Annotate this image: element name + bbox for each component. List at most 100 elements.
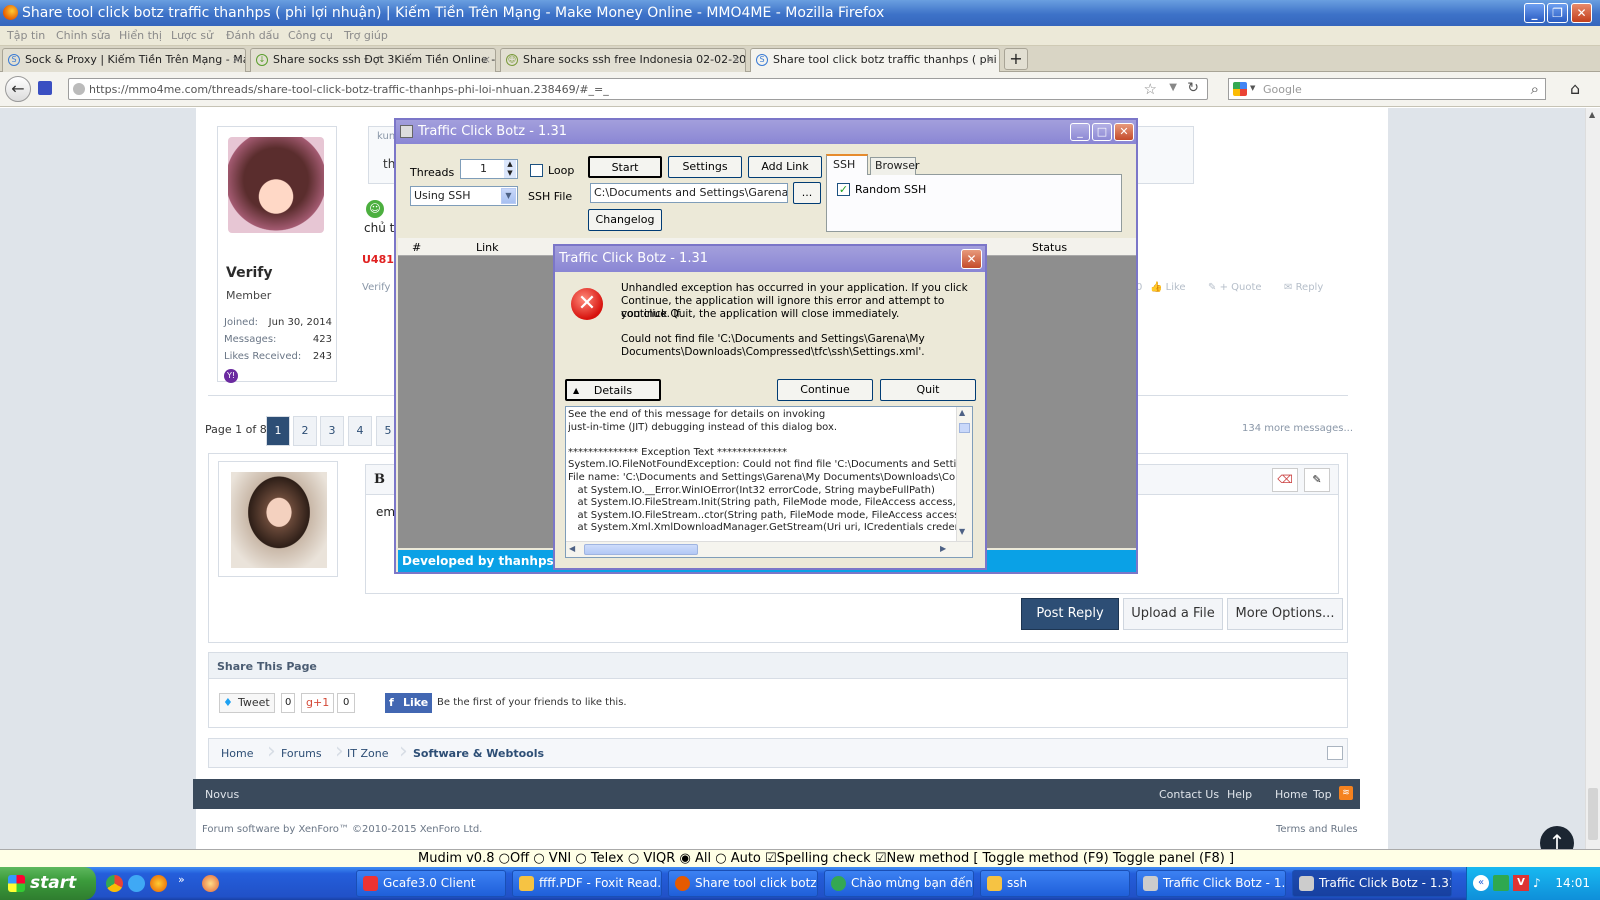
changelog-button[interactable]: Changelog bbox=[588, 209, 662, 231]
minimize-button[interactable]: _ bbox=[1524, 3, 1545, 23]
ssh-file-input[interactable]: C:\Documents and Settings\Garena\My D bbox=[590, 183, 788, 203]
search-icon[interactable]: ⌕ bbox=[1531, 80, 1539, 98]
menu-bookmarks[interactable]: Đánh dấu bbox=[226, 29, 279, 42]
like-button[interactable]: 👍 Like bbox=[1150, 282, 1186, 293]
url-dropdown-icon[interactable]: ▼ bbox=[1169, 82, 1177, 93]
col-status[interactable]: Status bbox=[1032, 241, 1067, 254]
my-avatar[interactable] bbox=[231, 472, 327, 568]
taskbar-item-tcb-2[interactable]: Traffic Click Botz - 1.31 bbox=[1292, 870, 1452, 897]
breadcrumb-forums[interactable]: Forums bbox=[281, 747, 322, 760]
scroll-up-icon[interactable]: ▲ bbox=[959, 408, 965, 417]
tweet-button[interactable]: ♦ Tweet bbox=[219, 693, 275, 713]
col-link[interactable]: Link bbox=[476, 241, 499, 254]
continue-button[interactable]: Continue bbox=[777, 379, 873, 401]
facebook-like-button[interactable]: f Like bbox=[385, 693, 433, 713]
error-close-button[interactable]: ✕ bbox=[961, 249, 982, 269]
restore-button[interactable]: ❐ bbox=[1547, 3, 1568, 23]
scroll-up-icon[interactable]: ▲ bbox=[1589, 110, 1595, 119]
ime-telex-radio[interactable]: ○ bbox=[575, 851, 586, 866]
scroll-left-icon[interactable]: ◀ bbox=[569, 544, 575, 553]
page-4-button[interactable]: 4 bbox=[348, 416, 372, 446]
newmethod-checkbox[interactable]: ☑ bbox=[875, 851, 887, 866]
tab-close-icon[interactable]: × bbox=[732, 49, 741, 71]
tab-share-socks-indonesia[interactable]: ☺ Share socks ssh free Indonesia 02-02-2… bbox=[500, 48, 746, 72]
start-button[interactable]: start bbox=[0, 867, 96, 900]
search-bar[interactable]: ▼ Google ⌕ bbox=[1228, 78, 1546, 100]
tab-close-icon[interactable]: × bbox=[986, 49, 995, 71]
firefox-quicklaunch-icon[interactable] bbox=[150, 875, 167, 892]
bookmark-star-icon[interactable]: ☆ bbox=[1144, 80, 1157, 98]
page-1-button[interactable]: 1 bbox=[266, 416, 290, 446]
tab-share-socks-ssh[interactable]: ↓ Share socks ssh Đợt 3Kiếm Tiền Online … bbox=[250, 48, 496, 72]
details-scroll-thumb[interactable] bbox=[959, 423, 970, 433]
engine-dropdown-icon[interactable]: ▼ bbox=[1250, 84, 1255, 92]
site-identity-icon[interactable] bbox=[73, 83, 85, 95]
quit-button[interactable]: Quit bbox=[880, 379, 976, 401]
google-icon[interactable] bbox=[1233, 82, 1247, 96]
taskbar-item-tcb-1[interactable]: Traffic Click Botz - 1.31 bbox=[1136, 870, 1286, 897]
scroll-thumb[interactable] bbox=[1588, 788, 1598, 840]
footer-help[interactable]: Help bbox=[1227, 788, 1252, 801]
details-vertical-scrollbar[interactable]: ▲ ▼ bbox=[956, 407, 972, 541]
breadcrumb-software[interactable]: Software & Webtools bbox=[413, 747, 544, 760]
col-number[interactable]: # bbox=[412, 241, 421, 254]
post-reply-button[interactable]: Post Reply bbox=[1021, 598, 1119, 630]
url-bar[interactable]: https://mmo4me.com/threads/share-tool-cl… bbox=[68, 78, 1208, 100]
settings-button[interactable]: Settings bbox=[668, 156, 742, 178]
page-scrollbar[interactable]: ▲ bbox=[1585, 108, 1600, 849]
taskbar-item-foxit[interactable]: ffff.PDF - Foxit Read... bbox=[512, 870, 662, 897]
menu-file[interactable]: Tập tin bbox=[7, 29, 45, 42]
post-author-link[interactable]: Verify bbox=[362, 282, 390, 293]
error-details-box[interactable]: See the end of this message for details … bbox=[565, 406, 973, 558]
scroll-top-icon[interactable]: ↑ bbox=[1540, 826, 1574, 849]
tab-sock-proxy[interactable]: S Sock & Proxy | Kiếm Tiền Trên Mạng - M… bbox=[2, 48, 246, 72]
terms-link[interactable]: Terms and Rules bbox=[1276, 824, 1358, 835]
reply-button[interactable]: ✉ Reply bbox=[1284, 282, 1323, 293]
more-messages-link[interactable]: 134 more messages... bbox=[1242, 423, 1353, 434]
toggle-editor-icon[interactable]: ✎ bbox=[1304, 468, 1330, 492]
ie-quicklaunch-icon[interactable] bbox=[128, 875, 145, 892]
details-button[interactable]: ▲ Details bbox=[565, 379, 661, 401]
page-3-button[interactable]: 3 bbox=[320, 416, 344, 446]
footer-contact[interactable]: Contact Us bbox=[1159, 788, 1219, 801]
network-icon[interactable] bbox=[1493, 875, 1509, 891]
upload-file-button[interactable]: Upload a File bbox=[1123, 598, 1223, 630]
threads-input[interactable]: 1 ▲ ▼ bbox=[460, 159, 518, 179]
sitemap-icon[interactable] bbox=[1327, 746, 1343, 760]
ime-viqr-radio[interactable]: ○ bbox=[628, 851, 639, 866]
home-icon[interactable]: ⌂ bbox=[1570, 79, 1580, 98]
menu-edit[interactable]: Chỉnh sửa bbox=[56, 29, 111, 42]
loop-checkbox[interactable] bbox=[530, 164, 543, 177]
scroll-right-icon[interactable]: ▶ bbox=[940, 544, 946, 553]
chrome-quicklaunch-icon[interactable] bbox=[106, 875, 123, 892]
reload-icon[interactable]: ↻ bbox=[1187, 80, 1199, 96]
mode-select[interactable]: Using SSH ▼ bbox=[410, 186, 518, 206]
vietnamese-ime-icon[interactable]: V bbox=[1513, 875, 1529, 891]
breadcrumb-home[interactable]: Home bbox=[221, 747, 253, 760]
yahoo-icon[interactable]: Y! bbox=[224, 369, 238, 383]
breadcrumb-it-zone[interactable]: IT Zone bbox=[347, 747, 388, 760]
details-hscroll-thumb[interactable] bbox=[584, 544, 698, 555]
menu-history[interactable]: Lược sử bbox=[171, 29, 213, 42]
browse-button[interactable]: ... bbox=[793, 182, 821, 204]
taskbar-item-gcafe[interactable]: Gcafe3.0 Client bbox=[356, 870, 506, 897]
ime-all-radio[interactable]: ◉ bbox=[679, 851, 690, 866]
new-tab-button[interactable]: + bbox=[1004, 48, 1028, 70]
eraser-icon[interactable]: ⌫ bbox=[1272, 468, 1298, 492]
spelling-checkbox[interactable]: ☑ bbox=[765, 851, 777, 866]
menu-help[interactable]: Trợ giúp bbox=[344, 29, 388, 42]
footer-home[interactable]: Home bbox=[1275, 788, 1307, 801]
add-link-button[interactable]: Add Link bbox=[748, 156, 822, 178]
quote-button[interactable]: ✎ + Quote bbox=[1208, 282, 1262, 293]
bold-button[interactable]: B bbox=[374, 472, 385, 487]
style-chooser[interactable]: Novus bbox=[205, 788, 239, 801]
start-button[interactable]: Start bbox=[588, 156, 662, 178]
threads-spinner-icon[interactable]: ▲ ▼ bbox=[504, 160, 516, 178]
details-horizontal-scrollbar[interactable]: ◀ ▶ bbox=[566, 541, 972, 557]
more-options-button[interactable]: More Options... bbox=[1227, 598, 1343, 630]
page-2-button[interactable]: 2 bbox=[293, 416, 317, 446]
ime-auto-radio[interactable]: ○ bbox=[715, 851, 726, 866]
taskbar-item-ssh-folder[interactable]: ssh bbox=[980, 870, 1130, 897]
gplus-button[interactable]: g+1 bbox=[301, 693, 335, 713]
taskbar-item-chrome[interactable]: Chào mừng bạn đến ... bbox=[824, 870, 974, 897]
